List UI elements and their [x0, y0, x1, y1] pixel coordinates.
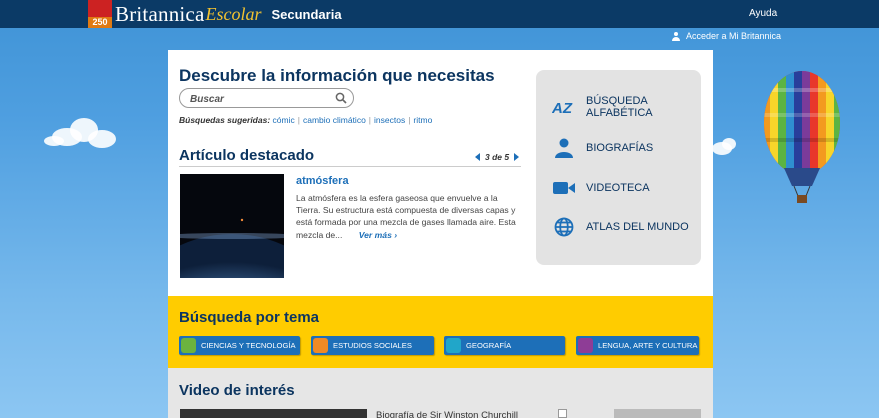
suggestion-link[interactable]: insectos — [374, 115, 405, 125]
brand-script: Escolar — [205, 3, 262, 24]
suggested-label: Búsquedas sugeridas: — [179, 115, 271, 125]
video-heading: Video de interés — [179, 382, 295, 399]
top-bar: 250 Britannica Escolar Secundaria Ayuda — [0, 0, 879, 28]
globe-icon — [552, 215, 576, 239]
britannica-logo[interactable]: 250 Britannica Escolar Secundaria — [88, 0, 342, 28]
quick-links-box: AZ BÚSQUEDA ALFABÉTICA BIOGRAFÍAS VIDEOT… — [536, 70, 701, 265]
user-icon — [672, 31, 680, 41]
article-text: La atmósfera es la esfera gaseosa que en… — [296, 193, 516, 240]
discover-heading: Descubre la información que necesitas — [179, 66, 495, 85]
divider — [179, 166, 521, 167]
suggested-searches: Búsquedas sugeridas: cómic | cambio climát… — [179, 115, 433, 125]
read-more-link[interactable]: Ver más › — [359, 230, 397, 240]
signin-link[interactable]: Acceder a Mi Britannica — [672, 31, 781, 41]
menu-label: BIOGRAFÍAS — [586, 142, 654, 154]
topic-label: ESTUDIOS SOCIALES — [333, 341, 412, 350]
suggestion-link[interactable]: ritmo — [413, 115, 432, 125]
menu-label: BÚSQUEDA ALFABÉTICA — [586, 95, 653, 119]
search-box — [179, 88, 354, 109]
article-summary: La atmósfera es la esfera gaseosa que en… — [296, 192, 524, 241]
menu-item-world-atlas[interactable]: ATLAS DEL MUNDO — [552, 215, 689, 239]
topic-search-band: Búsqueda por tema CIENCIAS Y TECNOLOGÍA … — [168, 296, 713, 368]
topic-button-geography[interactable]: GEOGRAFÍA — [444, 336, 565, 355]
search-input[interactable] — [180, 90, 330, 109]
topic-button-science[interactable]: CIENCIAS Y TECNOLOGÍA — [179, 336, 300, 355]
brand-name: Britannica — [115, 1, 205, 26]
article-title[interactable]: atmósfera — [296, 175, 349, 187]
topic-label: GEOGRAFÍA — [466, 341, 512, 350]
video-thumbnail[interactable] — [180, 409, 367, 418]
topic-label: CIENCIAS Y TECNOLOGÍA — [201, 341, 296, 350]
edition-label: Secundaria — [271, 6, 342, 22]
suggestion-link[interactable]: cambio climático — [303, 115, 366, 125]
prev-arrow-icon[interactable] — [475, 153, 480, 161]
menu-label: ATLAS DEL MUNDO — [586, 221, 689, 233]
svg-text:AZ: AZ — [552, 100, 573, 115]
suggestion-link[interactable]: cómic — [273, 115, 295, 125]
hot-air-balloon-image — [764, 71, 840, 203]
topic-heading: Búsqueda por tema — [179, 309, 320, 326]
anniversary-badge: 250 — [88, 0, 112, 28]
main-panel: Descubre la información que necesitas Bú… — [168, 50, 713, 296]
search-icon[interactable] — [335, 92, 347, 104]
topic-button-social-studies[interactable]: ESTUDIOS SOCIALES — [311, 336, 434, 355]
featured-pager: 3 de 5 — [475, 152, 520, 162]
atom-icon — [181, 338, 196, 353]
help-link[interactable]: Ayuda — [749, 8, 777, 19]
menu-label: VIDEOTECA — [586, 182, 650, 194]
menu-item-alphabetical[interactable]: AZ BÚSQUEDA ALFABÉTICA — [552, 95, 666, 119]
video-next-button[interactable] — [614, 409, 701, 418]
globe-icon — [446, 338, 461, 353]
signin-label: Acceder a Mi Britannica — [686, 31, 782, 41]
featured-heading: Artículo destacado — [179, 147, 315, 164]
video-title[interactable]: Biografía de Sir Winston Churchill — [376, 410, 518, 418]
video-section: Video de interés Biografía de Sir Winsto… — [168, 368, 713, 418]
people-icon — [313, 338, 328, 353]
person-icon — [552, 136, 576, 160]
az-icon: AZ — [552, 95, 576, 119]
video-camera-icon — [552, 176, 576, 200]
topic-button-language-arts[interactable]: LENGUA, ARTE Y CULTURA — [576, 336, 699, 355]
menu-item-biographies[interactable]: BIOGRAFÍAS — [552, 136, 653, 160]
museum-icon — [578, 338, 593, 353]
pager-count: 3 de 5 — [485, 152, 510, 162]
topic-label: LENGUA, ARTE Y CULTURA — [598, 341, 698, 350]
menu-item-video-library[interactable]: VIDEOTECA — [552, 176, 650, 200]
next-arrow-icon[interactable] — [514, 153, 520, 161]
article-image[interactable] — [180, 174, 284, 278]
video-checkbox[interactable] — [558, 409, 567, 418]
read-more-label: Ver más — [358, 229, 392, 240]
